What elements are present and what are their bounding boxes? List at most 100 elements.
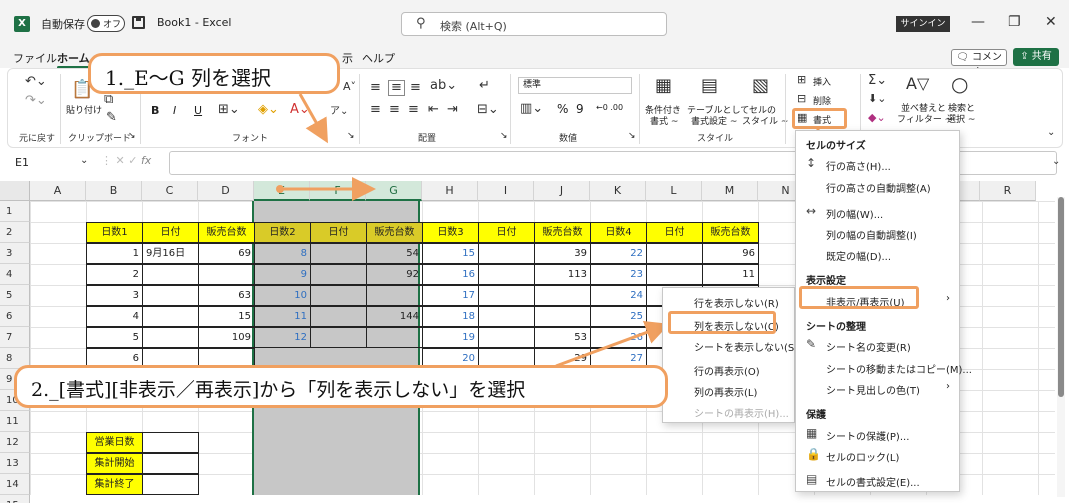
number-format-select[interactable]: 標準 [518, 77, 632, 94]
table-data-cell[interactable] [310, 327, 367, 348]
conditional-format-icon[interactable]: ▦ [655, 75, 672, 96]
insert-cells-icon[interactable]: ⊞ [797, 73, 806, 86]
redo-icon[interactable]: ↷⌄ [25, 93, 47, 108]
move-copy-sheet-item[interactable]: シートの移動またはコピー(M)... [826, 361, 972, 376]
table-data-cell[interactable]: 3 [86, 285, 143, 306]
table-header-cell[interactable]: 日付 [646, 222, 703, 243]
table-data-cell[interactable]: 53 [534, 327, 591, 348]
insert-cells-label[interactable]: 挿入 [813, 75, 831, 88]
table-data-cell[interactable]: 4 [86, 306, 143, 327]
row-header-15[interactable]: 15 [0, 495, 30, 503]
tab-file[interactable]: ファイル [13, 50, 57, 66]
table-data-cell[interactable]: 25 [590, 306, 647, 327]
table-data-cell[interactable] [310, 243, 367, 264]
table-data-cell[interactable] [478, 327, 535, 348]
table-data-cell[interactable]: 12 [254, 327, 311, 348]
row-header-6[interactable]: 6 [0, 306, 30, 327]
table-data-cell[interactable]: 69 [198, 243, 255, 264]
font-color-icon[interactable]: A⌄ [290, 102, 310, 117]
summary-value-cell[interactable] [142, 432, 199, 453]
formula-expand-icon[interactable]: ⌄ [1052, 156, 1060, 167]
row-header-7[interactable]: 7 [0, 327, 30, 348]
table-data-cell[interactable] [310, 306, 367, 327]
table-data-cell[interactable] [534, 285, 591, 306]
table-data-cell[interactable]: 22 [590, 243, 647, 264]
format-cells-item[interactable]: セルの書式設定(E)... [826, 474, 920, 489]
phonetic-icon[interactable]: ア⌄ [330, 102, 348, 117]
select-all-corner[interactable] [0, 181, 30, 201]
clipboard-launcher-icon[interactable]: ↘ [128, 131, 136, 141]
column-header-j[interactable]: J [534, 181, 590, 201]
table-data-cell[interactable]: 8 [254, 243, 311, 264]
align-middle-icon[interactable]: ≡ [388, 80, 405, 96]
table-data-cell[interactable]: 11 [254, 306, 311, 327]
italic-button[interactable]: I [173, 104, 176, 117]
row-header-1[interactable]: 1 [0, 201, 30, 222]
table-data-cell[interactable] [646, 243, 703, 264]
row-header-3[interactable]: 3 [0, 243, 30, 264]
table-header-cell[interactable]: 販売台数 [702, 222, 759, 243]
alignment-launcher-icon[interactable]: ↘ [500, 131, 508, 141]
autofit-column-item[interactable]: 列の幅の自動調整(I) [826, 227, 917, 242]
table-data-cell[interactable]: 17 [422, 285, 479, 306]
table-data-cell[interactable]: 15 [198, 306, 255, 327]
column-header-l[interactable]: L [646, 181, 702, 201]
tab-home[interactable]: ホーム [57, 50, 90, 69]
find-select-icon[interactable]: ○ [951, 72, 968, 96]
minimize-icon[interactable]: — [971, 14, 985, 30]
increase-indent-icon[interactable]: ⇥ [447, 102, 458, 117]
table-data-cell[interactable] [310, 264, 367, 285]
save-icon[interactable] [132, 16, 145, 29]
unhide-columns-item[interactable]: 列の再表示(L) [694, 384, 757, 399]
autosave-toggle[interactable]: オフ [87, 15, 125, 32]
align-top-icon[interactable]: ≡ [370, 80, 381, 95]
protect-sheet-item[interactable]: シートの保護(P)... [826, 428, 909, 443]
conditional-format-label-2[interactable]: 書式 ~ [650, 114, 678, 127]
row-header-14[interactable]: 14 [0, 474, 30, 495]
unhide-rows-item[interactable]: 行の再表示(O) [694, 363, 760, 378]
table-data-cell[interactable]: 10 [254, 285, 311, 306]
column-width-item[interactable]: 列の幅(W)... [826, 206, 883, 221]
table-header-cell[interactable]: 日数1 [86, 222, 143, 243]
fill-icon[interactable]: ⬇⌄ [868, 92, 886, 105]
row-height-item[interactable]: 行の高さ(H)... [826, 158, 891, 173]
tab-display[interactable]: 示 [342, 50, 353, 66]
column-header-g[interactable]: G [366, 181, 422, 201]
summary-value-cell[interactable] [142, 453, 199, 474]
number-launcher-icon[interactable]: ↘ [628, 131, 636, 141]
table-data-cell[interactable] [310, 285, 367, 306]
copy-icon[interactable]: ⧉ [104, 92, 113, 107]
summary-label-cell[interactable]: 営業日数 [86, 432, 143, 453]
tab-help[interactable]: ヘルプ [362, 50, 395, 66]
clear-icon[interactable]: ◆⌄ [868, 111, 886, 124]
percent-button[interactable]: % [557, 102, 568, 116]
row-header-12[interactable]: 12 [0, 432, 30, 453]
default-width-item[interactable]: 既定の幅(D)... [826, 248, 891, 263]
row-header-4[interactable]: 4 [0, 264, 30, 285]
column-header-e[interactable]: E [254, 181, 310, 201]
table-header-cell[interactable]: 日付 [310, 222, 367, 243]
table-data-cell[interactable]: 11 [702, 264, 759, 285]
align-center-icon[interactable]: ≡ [389, 102, 400, 117]
table-data-cell[interactable]: 113 [534, 264, 591, 285]
sort-filter-label-2[interactable]: フィルター ~ [897, 112, 952, 125]
unhide-sheet-item[interactable]: シートの再表示(H)... [694, 405, 789, 420]
column-header-a[interactable]: A [30, 181, 86, 201]
format-as-table-icon[interactable]: ▤ [701, 75, 718, 96]
underline-button[interactable]: U [194, 104, 202, 117]
table-data-cell[interactable] [478, 264, 535, 285]
table-data-cell[interactable]: 5 [86, 327, 143, 348]
font-launcher-icon[interactable]: ↘ [347, 131, 355, 141]
align-bottom-icon[interactable]: ≡ [410, 80, 421, 95]
table-data-cell[interactable]: 26 [590, 327, 647, 348]
table-data-cell[interactable]: 16 [422, 264, 479, 285]
undo-icon[interactable]: ↶⌄ [25, 74, 47, 89]
close-icon[interactable]: ✕ [1045, 14, 1057, 30]
column-header-r[interactable]: R [980, 181, 1036, 201]
table-data-cell[interactable]: 23 [590, 264, 647, 285]
increase-decimal-icon[interactable]: ←0 .00 [596, 103, 623, 112]
fx-icon[interactable]: ⋮ ✕ ✓ fx [101, 154, 151, 167]
delete-cells-label[interactable]: 削除 [813, 94, 831, 107]
column-header-i[interactable]: I [478, 181, 534, 201]
fill-color-icon[interactable]: ◈⌄ [258, 102, 279, 117]
